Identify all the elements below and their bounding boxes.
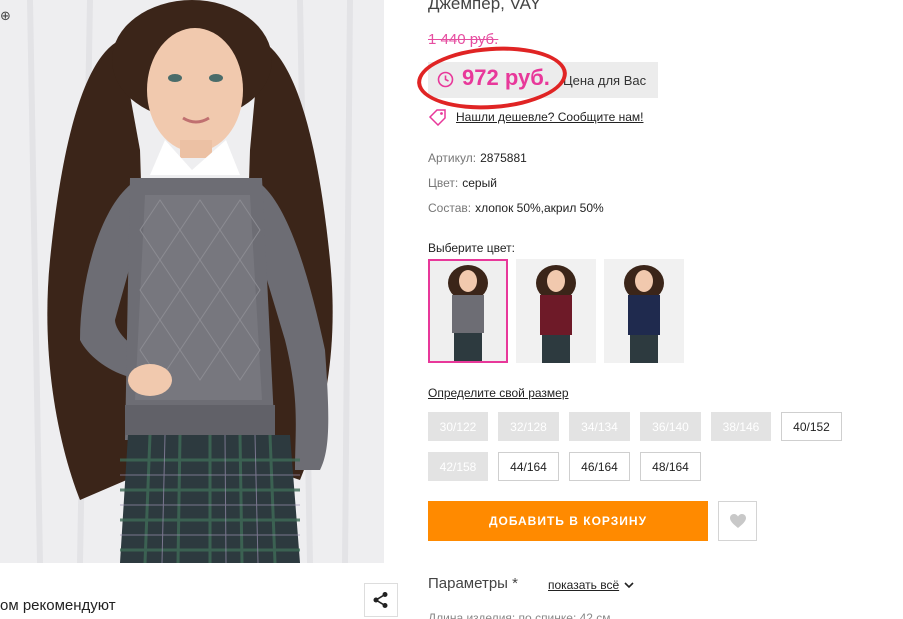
swatch-image [430, 261, 506, 361]
show-all-link[interactable]: показать всё [548, 578, 635, 592]
color-swatch-burgundy[interactable] [516, 259, 596, 363]
size-option[interactable]: 30/122 [428, 412, 488, 441]
size-option[interactable]: 38/146 [711, 412, 771, 441]
share-button[interactable] [364, 583, 398, 617]
size-option[interactable]: 34/134 [569, 412, 630, 441]
color-picker-title: Выберите цвет: [428, 241, 516, 255]
product-photo-image [0, 0, 384, 563]
size-option[interactable]: 40/152 [781, 412, 842, 441]
add-to-cart-button[interactable]: ДОБАВИТЬ В КОРЗИНУ [428, 501, 708, 541]
color-swatch-navy[interactable] [604, 259, 684, 363]
swatch-image [604, 259, 684, 363]
spec-key: Артикул: [428, 151, 477, 165]
old-price: 1 440 руб. [428, 31, 499, 48]
spec-key: Цвет: [428, 176, 459, 190]
annotation-circle [415, 41, 569, 115]
favorite-button[interactable] [718, 501, 757, 541]
show-all-label[interactable]: показать всё [548, 578, 619, 592]
chevron-down-icon [624, 582, 634, 589]
share-icon [373, 592, 388, 608]
spec-value: 2875881 [480, 151, 527, 165]
swatch-image [516, 259, 596, 363]
cheaper-link[interactable]: Нашли дешевле? Сообщите нам! [428, 108, 643, 126]
spec-key: Состав: [428, 201, 472, 215]
spec-value: хлопок 50%,акрил 50% [475, 201, 604, 215]
cheaper-link-label[interactable]: Нашли дешевле? Сообщите нам! [456, 110, 643, 124]
tag-icon [428, 109, 446, 126]
heart-icon [729, 514, 746, 528]
size-option[interactable]: 42/158 [428, 452, 488, 481]
size-option[interactable]: 44/164 [498, 452, 559, 481]
product-title: Джемпер, VAY [428, 0, 542, 13]
product-photo[interactable] [0, 0, 384, 563]
product-specs: Артикул: 2875881 Цвет: серый Состав: хлопок… [428, 150, 604, 225]
spec-composition: Состав: хлопок 50%,акрил 50% [428, 200, 604, 225]
price-note: Цена для Вас [563, 73, 647, 88]
spec-article: Артикул: 2875881 [428, 150, 604, 175]
size-option[interactable]: 36/140 [640, 412, 701, 441]
spec-color: Цвет: серый [428, 175, 604, 200]
size-picker-title[interactable]: Определите свой размер [428, 386, 569, 400]
size-option[interactable]: 32/128 [498, 412, 559, 441]
params-title: Параметры * [428, 575, 518, 592]
size-option[interactable]: 46/164 [569, 452, 630, 481]
zoom-icon[interactable]: ⊕ [0, 8, 11, 24]
params-first-line: Длина изделия: по спинке: 42 см [428, 611, 611, 619]
color-swatch-grey[interactable] [428, 259, 508, 363]
recommend-heading: ом рекомендуют [0, 597, 116, 614]
size-option[interactable]: 48/164 [640, 452, 701, 481]
spec-value: серый [462, 176, 497, 190]
